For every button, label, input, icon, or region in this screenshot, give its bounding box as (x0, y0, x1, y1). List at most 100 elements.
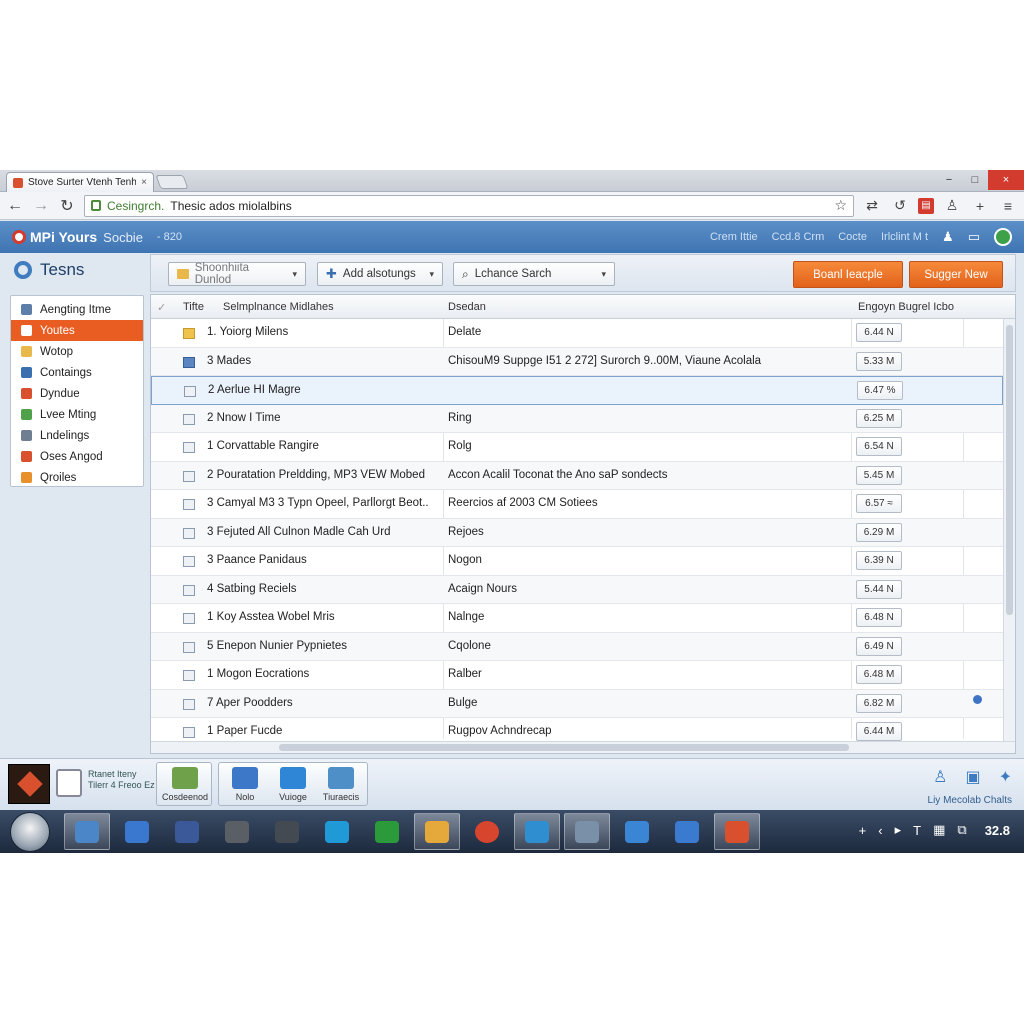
table-row[interactable]: 3 Fejuted All Culnon Madle Cah Urd Rejoes… (151, 518, 1003, 547)
extension-icon[interactable]: ⇄ (862, 197, 882, 214)
row-size-badge[interactable]: 5.33 M (856, 351, 902, 371)
quick-launch-item[interactable]: Tiuraecis (315, 767, 367, 802)
tray-icon[interactable]: ▸ (895, 822, 902, 838)
vertical-scrollbar[interactable] (1003, 319, 1015, 743)
twitter-icon[interactable]: ✦ (999, 767, 1012, 787)
table-row[interactable]: 3 Paance Panidaus Nogon 6.39 N (151, 547, 1003, 576)
quick-launch-item[interactable]: Vuioge (267, 767, 319, 802)
table-row[interactable]: 1 Mogon Eocrations Ralber 6.48 M (151, 661, 1003, 690)
tab-close-icon[interactable]: × (141, 177, 147, 188)
disc-app-taskbar-button[interactable] (264, 813, 310, 850)
image-icon[interactable]: ▣ (965, 767, 980, 787)
sidebar-item[interactable]: Aengting Itme (11, 299, 143, 320)
browser-tab[interactable]: Stove Surter Vtenh Tenhe- × (6, 172, 154, 192)
column-header-description[interactable]: Dsedan (448, 301, 486, 313)
row-size-badge[interactable]: 6.44 M (856, 722, 902, 741)
row-size-badge[interactable]: 6.44 N (856, 323, 902, 342)
table-row[interactable]: 2 Aerlue HI Magre 6.47 % (151, 376, 1003, 405)
new-tab-button[interactable] (155, 175, 189, 189)
add-button[interactable]: ✚ Add alsotungs ▾ (317, 262, 443, 286)
profile-icon[interactable]: ♙ (942, 197, 962, 214)
reload-icon[interactable]: ↻ (58, 196, 76, 216)
tray-icon[interactable]: T (913, 823, 921, 838)
row-size-badge[interactable]: 6.25 M (856, 408, 902, 428)
select-all-checkbox[interactable]: ✓ (157, 301, 166, 314)
sidebar-item[interactable]: Youtes (11, 320, 143, 341)
horizontal-scrollbar[interactable] (151, 741, 1015, 753)
tray-icon[interactable]: + (859, 823, 867, 838)
avatar[interactable] (994, 228, 1012, 246)
tray-icon[interactable]: ‹ (878, 823, 882, 838)
chrome-app-taskbar-button[interactable] (464, 813, 510, 850)
arrow-app-taskbar-button[interactable] (114, 813, 160, 850)
add-icon[interactable]: + (970, 198, 990, 214)
download-button[interactable]: Shoonhiita Dunlod ▾ (168, 262, 306, 286)
gamepad-app-taskbar-button[interactable] (214, 813, 260, 850)
header-link[interactable]: Irlclint M t (881, 231, 928, 243)
row-size-badge[interactable]: 6.82 M (856, 693, 902, 713)
clock[interactable]: 32.8 (985, 823, 1010, 838)
refresh-extension-icon[interactable]: ↺ (890, 197, 910, 214)
media-app-taskbar-button[interactable] (514, 813, 560, 850)
scroll-thumb[interactable] (1006, 325, 1013, 615)
window-app-taskbar-button[interactable] (564, 813, 610, 850)
sidebar-item[interactable]: Wotop (11, 341, 143, 362)
column-header-type[interactable]: Tifte (183, 301, 204, 313)
quick-launch-item[interactable]: Cosdeenod (159, 767, 211, 802)
person-icon[interactable]: ♙ (933, 767, 947, 787)
row-size-badge[interactable]: 6.57 ≈ (856, 494, 902, 513)
row-size-badge[interactable]: 6.48 M (856, 665, 902, 684)
tray-icon[interactable]: ▦ (933, 822, 945, 838)
header-link[interactable]: Cocte (838, 231, 867, 243)
promo-logo[interactable] (8, 764, 50, 804)
row-size-badge[interactable]: 6.48 N (856, 608, 902, 627)
minimize-button[interactable]: − (936, 170, 962, 190)
table-row[interactable]: 2 Pouratation Preldding, MP3 VEW Mobed Ac… (151, 461, 1003, 490)
sidebar-item[interactable]: Lvee Mting (11, 404, 143, 425)
start-button[interactable] (10, 812, 50, 852)
sidebar-item[interactable]: Dyndue (11, 383, 143, 404)
row-size-badge[interactable]: 5.44 N (856, 579, 902, 599)
primary-button[interactable]: Boanl Ieacple (793, 261, 903, 288)
color-app-taskbar-button[interactable] (714, 813, 760, 850)
table-row[interactable]: 3 Mades ChisouM9 Suppge I51 2 272] Surorc… (151, 347, 1003, 376)
row-size-badge[interactable]: 6.47 % (857, 381, 903, 400)
tray-icon[interactable]: ⧉ (957, 822, 966, 838)
terminal-app-taskbar-button[interactable] (364, 813, 410, 850)
row-size-badge[interactable]: 6.29 M (856, 522, 902, 542)
table-row[interactable]: 7 Aper Poodders Bulge 6.82 M (151, 689, 1003, 718)
promo-card[interactable]: Rtanet Iteny Tilerr 4 Freoo Ez (54, 765, 155, 805)
secondary-button[interactable]: Sugger New (909, 261, 1003, 288)
row-size-badge[interactable]: 6.39 N (856, 551, 902, 570)
tool-app-taskbar-button[interactable] (64, 813, 110, 850)
row-size-badge[interactable]: 5.45 M (856, 465, 902, 485)
calendar-app-taskbar-button[interactable] (414, 813, 460, 850)
pdf-extension-icon[interactable]: ▤ (918, 197, 934, 214)
quick-launch-item[interactable]: Nolo (219, 767, 271, 802)
sidebar-item[interactable]: Contaings (11, 362, 143, 383)
social-caption[interactable]: Liy Mecolab Chalts (928, 795, 1012, 806)
table-row[interactable]: 3 Camyal M3 3 Typn Opeel, Parllorgt Beot… (151, 490, 1003, 519)
header-link[interactable]: Ccd.8 Crm (772, 231, 825, 243)
sidebar-item[interactable]: Lndelings (11, 425, 143, 446)
sidebar-item[interactable]: Oses Angod (11, 446, 143, 467)
table-row[interactable]: 1. Yoiorg Milens Delate 6.44 N (151, 319, 1003, 348)
bluetooth-app-taskbar-button[interactable] (664, 813, 710, 850)
user-icon[interactable]: ♟ (942, 229, 954, 245)
table-row[interactable]: 4 Satbing Reciels Acaign Nours 5.44 N (151, 575, 1003, 604)
column-header-size[interactable]: Engoyn Bugrel Icbo (858, 301, 954, 313)
row-size-badge[interactable]: 6.54 N (856, 437, 902, 456)
address-bar[interactable]: Cesingrch. Thesic ados miolalbins ☆ (84, 194, 854, 217)
menu-icon[interactable]: ≡ (998, 198, 1018, 214)
back-icon[interactable]: ← (6, 197, 24, 215)
table-row[interactable]: 5 Enepon Nunier Pypnietes Cqolone 6.49 N (151, 632, 1003, 661)
forward-icon[interactable]: → (32, 197, 50, 215)
maximize-button[interactable]: □ (962, 170, 988, 190)
sidebar-item[interactable]: Qroiles (11, 467, 143, 488)
scroll-thumb[interactable] (279, 744, 849, 751)
table-row[interactable]: 1 Koy Asstea Wobel Mris Nalnge 6.48 N (151, 604, 1003, 633)
bookmark-star-icon[interactable]: ☆ (834, 197, 847, 214)
search-input[interactable]: ⌕ Lchance Sarch ▾ (453, 262, 615, 286)
share-app-taskbar-button[interactable] (614, 813, 660, 850)
row-size-badge[interactable]: 6.49 N (856, 636, 902, 656)
